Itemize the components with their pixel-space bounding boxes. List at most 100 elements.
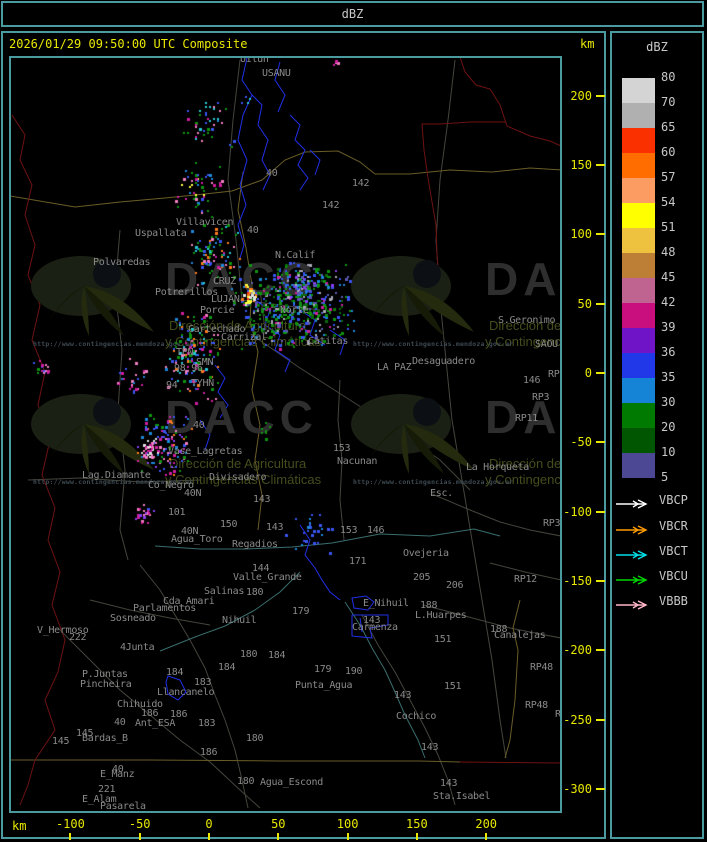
map-label: Canalejas	[494, 630, 546, 641]
map-label: 143	[421, 742, 439, 753]
map-label: E_Nihuil	[363, 598, 409, 609]
map-label: Uspallata	[135, 228, 187, 239]
map-label: 94	[166, 380, 178, 391]
page-title: dBZ	[341, 7, 364, 21]
map-label: 184	[268, 650, 286, 661]
map-label: Punta_Agua	[295, 680, 353, 691]
map-label: 142	[322, 200, 340, 211]
map-label: CRUZ	[213, 276, 236, 287]
map-label: 40	[193, 420, 205, 431]
map-label: Regadios	[232, 539, 278, 550]
map-label-layer: Uilun USANU 40 142 142 Villavicen Uspallata 40 N…	[11, 58, 560, 811]
map-label: 4Junta	[120, 642, 155, 653]
map-label: 143	[266, 522, 284, 533]
map-label: 98 96	[174, 363, 203, 374]
map-label: 143	[394, 690, 412, 701]
map-label: 184	[218, 662, 236, 673]
map-label: LA PAZ	[377, 362, 412, 373]
map-label: Pincheira	[80, 679, 132, 690]
map-label: Villavicen	[176, 217, 234, 228]
map-label: Catitas	[308, 336, 349, 347]
map-label: 101	[168, 507, 186, 518]
map-label: Ant_ESA	[135, 718, 176, 729]
map-label: 145	[52, 736, 70, 747]
map-label: RP11	[515, 413, 538, 424]
colorbar-panel	[610, 31, 704, 839]
map-label: Porcie	[200, 305, 235, 316]
map-label: La Horqueta	[466, 462, 529, 473]
map-label: 40	[114, 717, 126, 728]
map-label: 146	[523, 375, 541, 386]
map-label: Cochico	[396, 711, 437, 722]
map-label: 40	[247, 225, 259, 236]
map-label: RP	[555, 709, 560, 720]
map-content: DACCDirección de Agriculturay Contingenc…	[11, 58, 560, 811]
map-label: Desaguadero	[412, 356, 475, 367]
map-label: Valle_Grande	[233, 572, 302, 583]
map-label: 150	[220, 519, 238, 530]
map-label: 144	[252, 563, 270, 574]
map-label: 40N	[184, 488, 202, 499]
radar-app-window: dBZ Uilun USANU 40 142 142 Villavicen Us…	[0, 0, 707, 842]
map-label: Esc.	[430, 488, 453, 499]
map-label: Nacunan	[337, 456, 378, 467]
map-label: USANU	[262, 68, 291, 79]
map-label: Potrerillos	[155, 287, 218, 298]
map-label: 222	[69, 632, 87, 643]
map-label: Llancanelo	[157, 687, 215, 698]
map-label: 180	[237, 776, 255, 787]
map-label: 143	[440, 778, 458, 789]
map-label: RP3	[548, 369, 560, 380]
map-label: Agua_Toro	[171, 534, 223, 545]
map-label: Ovejeria	[403, 548, 449, 559]
map-label: RP48	[530, 662, 553, 673]
map-label: Lag.Diamante	[82, 470, 151, 481]
map-label: 143	[363, 615, 381, 626]
map-label: 205	[413, 572, 431, 583]
map-label: 179	[292, 606, 310, 617]
map-label: 142	[352, 178, 370, 189]
map-label: 151	[434, 634, 452, 645]
map-label: Divisadero	[209, 472, 267, 483]
map-label: 40	[266, 168, 278, 179]
map-label: SAOU	[535, 339, 558, 350]
title-bar: dBZ	[1, 1, 704, 27]
map-label: Pasarela	[100, 801, 146, 812]
map-label: 184	[166, 667, 184, 678]
map-label: TPN	[176, 347, 194, 358]
map-label: 183	[198, 718, 216, 729]
map-label: 179	[314, 664, 332, 675]
map-label: TYHN	[191, 378, 214, 389]
map-label: 153	[340, 525, 358, 536]
map-label: 146	[367, 525, 385, 536]
map-label: RP3	[532, 392, 550, 403]
map-label: RP48	[525, 700, 548, 711]
map-label: 180	[246, 733, 264, 744]
map-label: Uilun	[240, 58, 269, 65]
map-label: 153	[333, 443, 351, 454]
map-label: L.Huarpes	[415, 610, 467, 621]
map-label: Agua_Escond	[260, 777, 323, 788]
map-label: Nihuil	[222, 615, 257, 626]
map-label: Vase_Lagretas	[168, 446, 243, 457]
map-label: Carrizal	[221, 332, 267, 343]
map-label: Bardas_B	[82, 733, 128, 744]
map-label: 171	[349, 556, 367, 567]
map-label: LUJAN	[211, 294, 240, 305]
map-label: Norte	[280, 305, 309, 316]
map-label: 190	[345, 666, 363, 677]
map-label: 206	[446, 580, 464, 591]
map-label: 143	[253, 494, 271, 505]
map-label: Sosneado	[110, 613, 156, 624]
map-label: E_Manz	[100, 769, 135, 780]
map-label: 180	[240, 649, 258, 660]
map-label: Sta.Isabel	[433, 791, 491, 802]
map-label: 151	[444, 681, 462, 692]
map-label: RP12	[514, 574, 537, 585]
map-label: RP3	[543, 518, 560, 529]
map-label: 186	[200, 747, 218, 758]
map-label: S.Geronimo	[498, 315, 556, 326]
map-label: 180	[246, 587, 264, 598]
map-label: Polvaredas	[93, 257, 151, 268]
map-label: N.Calif	[275, 250, 316, 261]
